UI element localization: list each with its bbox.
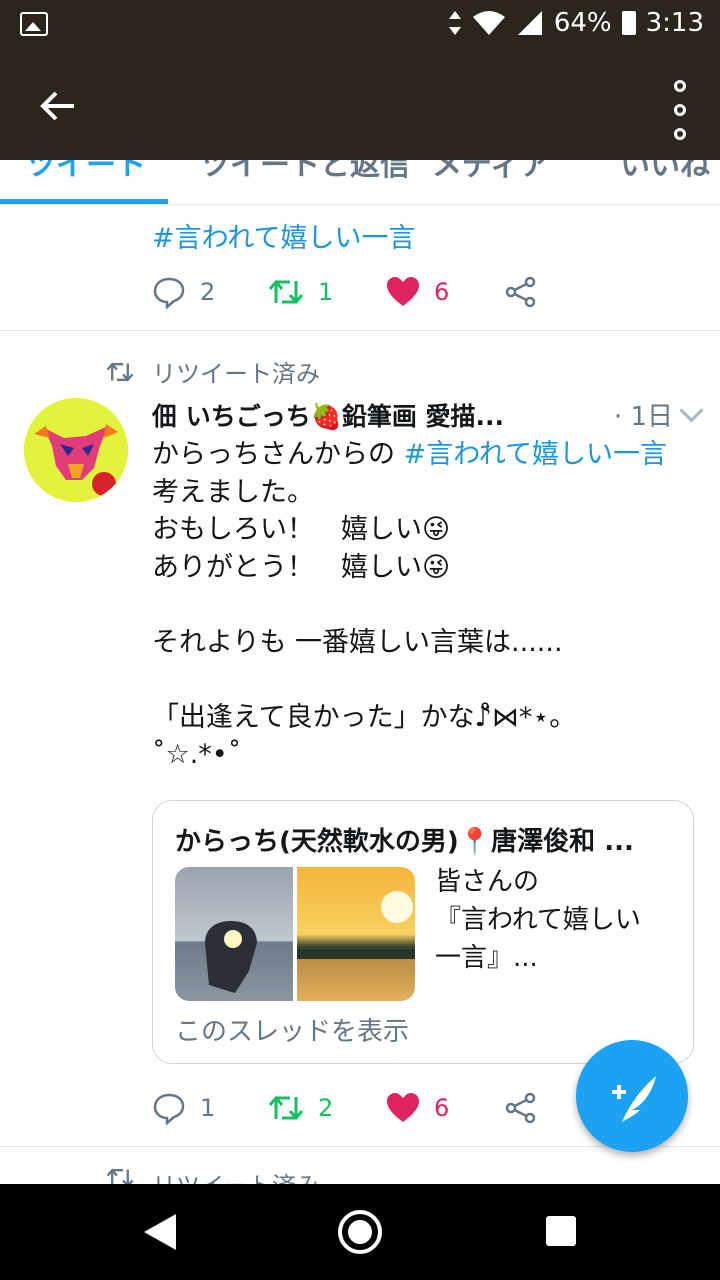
battery-icon: [621, 11, 636, 35]
app-bar: [0, 52, 720, 160]
divider: [0, 330, 720, 331]
retweet-icon: [268, 1095, 304, 1121]
like-count: 6: [434, 1094, 450, 1122]
profile-tabs: ツイート ツイートと返信 メディア いいね: [0, 160, 720, 205]
tweet-time: · 1日: [613, 402, 673, 432]
tab-tweets[interactable]: ツイート: [26, 160, 146, 184]
retweeted-text: リツイート済み: [152, 360, 320, 388]
chevron-down-icon[interactable]: [679, 398, 704, 423]
hashtag-link[interactable]: #言われて嬉しい一言: [404, 439, 667, 470]
compose-feather-icon: [612, 1076, 656, 1122]
reply-count: 2: [200, 278, 216, 306]
active-tab-indicator: [0, 199, 168, 204]
status-bar: 64% 3:13: [0, 0, 720, 52]
reply-count: 1: [200, 1094, 216, 1122]
retweet-icon: [268, 279, 304, 305]
tab-media[interactable]: メディア: [432, 160, 550, 184]
back-arrow-icon[interactable]: [30, 78, 86, 134]
nav-recents-icon[interactable]: [546, 1216, 576, 1246]
clock: 3:13: [645, 8, 704, 38]
tab-likes[interactable]: いいね: [620, 160, 710, 184]
reply-icon: [153, 1093, 185, 1125]
heart-icon: [387, 277, 419, 306]
like-button[interactable]: 6: [386, 276, 504, 308]
data-arrows-icon: [448, 11, 461, 35]
quoted-tweet-card[interactable]: からっち(天然軟水の男)📍唐澤俊和 ... 皆さんの 『言われて嬉しい 一言』.…: [152, 800, 694, 1064]
tweet-text-body: 考えました。 おもしろい！ 嬉しい😜 ありがとう！ 嬉しい😜 それよりも 一番嬉…: [152, 476, 577, 771]
tab-tweets-and-replies[interactable]: ツイートと返信: [200, 160, 410, 184]
nav-home-icon[interactable]: [338, 1210, 382, 1254]
share-button[interactable]: [504, 1091, 538, 1125]
reply-button[interactable]: 1: [152, 1091, 268, 1125]
reply-icon: [153, 277, 185, 309]
battery-percent: 64%: [553, 8, 612, 38]
nav-back-icon[interactable]: [144, 1214, 176, 1250]
wifi-icon: [472, 11, 505, 35]
retweet-count: 2: [318, 1094, 334, 1122]
share-icon: [505, 1092, 536, 1124]
reply-button[interactable]: 2: [152, 275, 268, 309]
retweet-count: 1: [318, 278, 334, 306]
quoted-text: 皆さんの 『言われて嬉しい 一言』...: [435, 867, 641, 973]
signal-icon: [517, 11, 542, 35]
share-icon: [505, 276, 536, 308]
quoted-image-1: [175, 867, 293, 1001]
tweet-actions: 2 1 6: [152, 270, 572, 314]
show-thread-link[interactable]: このスレッドを表示: [175, 1011, 409, 1048]
heart-icon: [387, 1093, 419, 1122]
tweet-text: からっちさんからの #言われて嬉しい一言 考えました。 おもしろい！ 嬉しい😜 …: [152, 436, 700, 774]
retweet-button[interactable]: 1: [268, 277, 386, 307]
tweet-actions: 1 2 6: [152, 1086, 572, 1130]
retweeted-label: リツイート済み: [106, 354, 320, 389]
retweet-button[interactable]: 2: [268, 1093, 386, 1123]
hashtag-link[interactable]: #言われて嬉しい一言: [152, 216, 415, 255]
tweet-header: 佃 いちごっち🍓鉛筆画 愛描... · 1日: [152, 396, 704, 433]
retweet-small-icon: [106, 361, 134, 382]
share-button[interactable]: [504, 275, 538, 309]
author-name[interactable]: 佃 いちごっち🍓鉛筆画 愛描...: [152, 397, 504, 433]
like-count: 6: [434, 278, 450, 306]
image-notification-icon: [20, 12, 48, 36]
quoted-author: からっち(天然軟水の男)📍唐澤俊和 ...: [175, 827, 634, 857]
like-button[interactable]: 6: [386, 1092, 504, 1124]
tweet-text-intro: からっちさんからの: [152, 439, 404, 470]
quoted-image-2: [297, 867, 415, 1001]
compose-tweet-button[interactable]: [576, 1040, 688, 1152]
more-options-icon[interactable]: [670, 80, 690, 140]
avatar[interactable]: [24, 398, 128, 502]
system-nav-bar: [0, 1184, 720, 1280]
